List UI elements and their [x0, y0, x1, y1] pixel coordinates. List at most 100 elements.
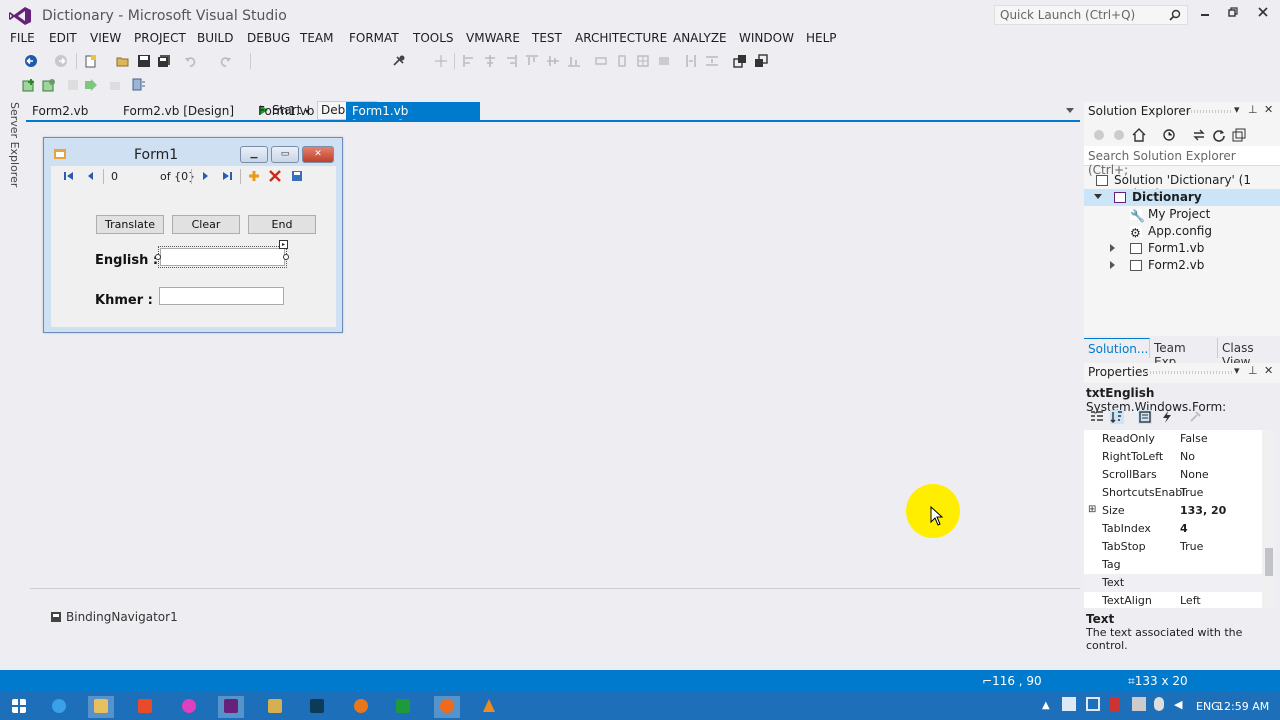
form-client-area[interactable]: 0 of {0} Translate Clear End English : ▸…	[51, 166, 336, 327]
property-value[interactable]: No	[1180, 450, 1195, 463]
size-to-grid-icon[interactable]	[636, 54, 650, 68]
clear-button[interactable]: Clear	[172, 215, 240, 234]
quick-launch-input[interactable]: Quick Launch (Ctrl+Q)	[994, 5, 1188, 25]
taskbar-visual-studio[interactable]	[218, 696, 244, 718]
align-middles-icon[interactable]	[546, 54, 560, 68]
move-next-icon[interactable]	[199, 170, 211, 182]
tab-class-view[interactable]: Class View	[1218, 338, 1280, 369]
expand-plus-icon[interactable]: ⊞	[1088, 504, 1096, 515]
position-item[interactable]: 0	[111, 170, 118, 183]
taskbar-file-explorer[interactable]	[88, 696, 114, 718]
taskbar-ie[interactable]	[46, 696, 72, 718]
tab-list-dropdown-icon[interactable]	[1066, 108, 1074, 113]
solution-explorer-search-input[interactable]: Search Solution Explorer (Ctrl+;	[1084, 146, 1280, 177]
categorized-icon[interactable]	[1090, 410, 1104, 424]
menu-edit[interactable]: EDIT	[49, 31, 77, 45]
delete-icon[interactable]	[269, 170, 281, 182]
property-value[interactable]: True	[1180, 540, 1203, 553]
property-value[interactable]: Left	[1180, 594, 1201, 607]
tree-form1[interactable]: Form1.vb	[1084, 240, 1280, 257]
navigate-forward-icon[interactable]	[54, 54, 68, 68]
smart-tag-icon[interactable]: ▸	[279, 240, 288, 249]
property-grid[interactable]: ReadOnly False RightToLeft No ScrollBars No…	[1084, 430, 1262, 608]
property-value[interactable]: None	[1180, 468, 1209, 481]
taskbar-firefox[interactable]	[348, 696, 374, 718]
end-button[interactable]: End	[248, 215, 316, 234]
collapse-all-icon[interactable]	[1232, 128, 1246, 142]
taskbar-app-2[interactable]	[176, 696, 202, 718]
property-object-selector[interactable]: txtEnglish System.Windows.Form:	[1086, 386, 1276, 414]
property-row[interactable]: TextAlign Left	[1084, 592, 1262, 608]
resize-handle-left[interactable]	[155, 254, 161, 260]
align-centers-icon[interactable]	[483, 54, 497, 68]
property-row[interactable]: ⊞ Size 133, 20	[1084, 502, 1262, 520]
property-value[interactable]: 4	[1180, 522, 1188, 535]
tab-form2-design[interactable]: Form2.vb [Design]	[117, 102, 240, 120]
tab-form2-vb[interactable]: Form2.vb	[26, 102, 94, 120]
attach-process-icon[interactable]	[392, 54, 406, 68]
move-last-icon[interactable]	[221, 170, 233, 182]
make-same-width-icon[interactable]	[594, 54, 608, 68]
add-component-icon[interactable]	[42, 78, 56, 92]
add-new-icon[interactable]	[248, 170, 260, 182]
taskbar-app-5[interactable]	[390, 696, 416, 718]
taskbar-app-4[interactable]	[304, 696, 330, 718]
taskbar-app-6[interactable]	[434, 696, 460, 718]
taskbar-vlc[interactable]	[476, 696, 502, 718]
tree-my-project[interactable]: 🔧 My Project	[1084, 206, 1280, 223]
tab-team-explorer[interactable]: Team Exp...	[1150, 338, 1218, 369]
property-value[interactable]: True	[1180, 486, 1203, 499]
form-minimize-button[interactable]: ▁	[240, 146, 268, 163]
form1-window[interactable]: Form1 ▁ ▭ ✕ 0 of {0} Translate Clear End…	[43, 137, 343, 333]
clock[interactable]: 12:59 AM	[1217, 700, 1269, 713]
align-rights-icon[interactable]	[504, 54, 518, 68]
property-row[interactable]: TabStop True	[1084, 538, 1262, 556]
refresh-icon[interactable]	[1212, 128, 1226, 142]
back-icon[interactable]	[1092, 128, 1106, 142]
menu-view[interactable]: VIEW	[90, 31, 121, 45]
tab-form1-design[interactable]: Form1.vb [Design]⊸✕	[346, 102, 480, 132]
menu-vmware[interactable]: VMWARE	[466, 31, 520, 45]
make-same-size-icon[interactable]	[657, 54, 671, 68]
tree-solution[interactable]: Solution 'Dictionary' (1 project)	[1084, 172, 1280, 201]
property-row[interactable]: ReadOnly False	[1084, 430, 1262, 448]
tree-app-config[interactable]: ⚙ App.config	[1084, 223, 1280, 240]
move-first-icon[interactable]	[63, 170, 75, 182]
pin-icon[interactable]: ⊥	[1248, 103, 1258, 116]
form-maximize-button[interactable]: ▭	[271, 146, 299, 163]
disabled-icon[interactable]	[66, 78, 80, 92]
menu-debug[interactable]: DEBUG	[247, 31, 290, 45]
taskbar-app-1[interactable]	[132, 696, 158, 718]
menu-help[interactable]: HELP	[806, 31, 837, 45]
properties-icon[interactable]	[1138, 410, 1152, 424]
close-window-button[interactable]	[1252, 6, 1274, 24]
property-row-selected[interactable]: Text	[1084, 574, 1262, 592]
disabled-icon[interactable]	[108, 78, 122, 92]
home-icon[interactable]	[1132, 128, 1146, 142]
align-to-grid-icon[interactable]	[434, 54, 448, 68]
tray-app-icon[interactable]	[1154, 697, 1164, 711]
new-project-icon[interactable]	[84, 54, 98, 68]
tab-form1-vb[interactable]: Form1.vb	[252, 102, 320, 120]
property-grid-scrollbar[interactable]	[1262, 430, 1276, 608]
menu-window[interactable]: WINDOW	[739, 31, 794, 45]
menu-format[interactable]: FORMAT	[349, 31, 399, 45]
bring-to-front-icon[interactable]	[733, 54, 747, 68]
undo-icon[interactable]	[184, 54, 198, 68]
show-hidden-icons-icon[interactable]: ▲	[1042, 700, 1050, 711]
pending-changes-icon[interactable]	[1162, 128, 1176, 142]
alphabetical-icon[interactable]	[1110, 410, 1124, 424]
horizontal-spacing-icon[interactable]	[684, 54, 698, 68]
add-item-icon[interactable]	[22, 78, 36, 92]
menu-file[interactable]: FILE	[10, 31, 35, 45]
property-row[interactable]: ShortcutsEnabl True	[1084, 484, 1262, 502]
tab-order-icon[interactable]	[132, 78, 146, 92]
translate-button[interactable]: Translate	[96, 215, 164, 234]
redo-icon[interactable]	[218, 54, 232, 68]
scrollbar-thumb[interactable]	[1265, 548, 1273, 576]
property-pages-icon[interactable]	[1188, 410, 1202, 424]
send-to-back-icon[interactable]	[754, 54, 768, 68]
property-row[interactable]: TabIndex 4	[1084, 520, 1262, 538]
align-tops-icon[interactable]	[525, 54, 539, 68]
property-row[interactable]: RightToLeft No	[1084, 448, 1262, 466]
